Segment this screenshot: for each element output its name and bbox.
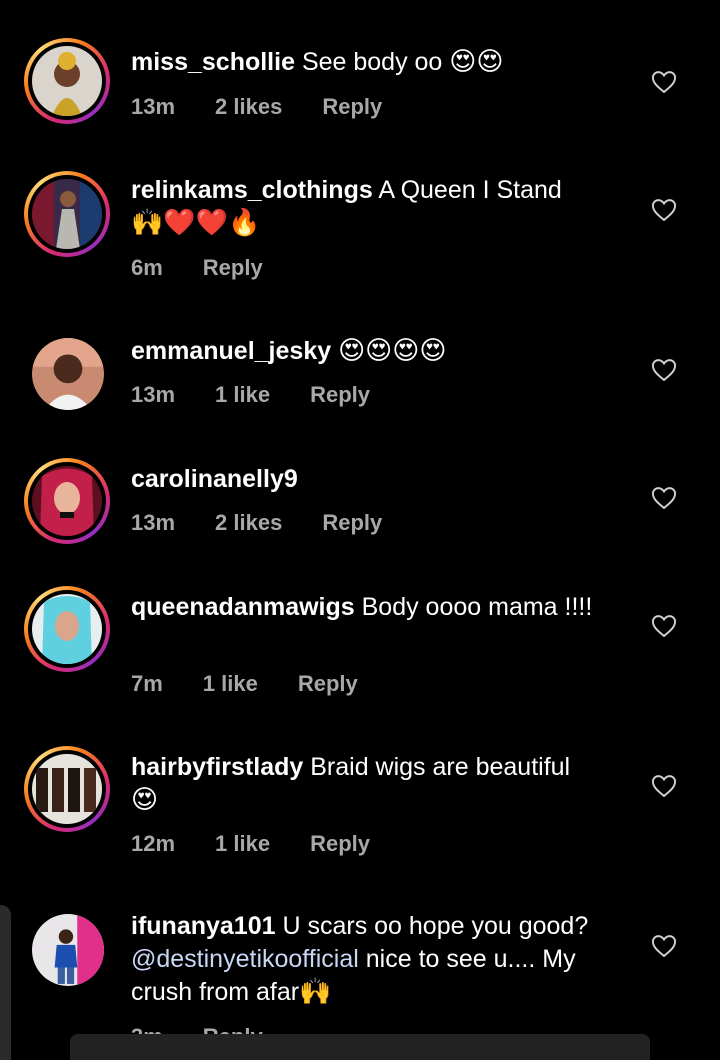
reply-button[interactable]: Reply	[322, 94, 382, 120]
reply-button[interactable]: Reply	[203, 255, 263, 281]
avatar[interactable]	[24, 38, 110, 124]
heart-outline-icon[interactable]	[650, 932, 678, 960]
comment-username[interactable]: relinkams_clothings	[131, 176, 373, 204]
comment-meta: 6m Reply	[131, 255, 303, 281]
comment-text: queenadanmawigs Body oooo mama !!!!	[131, 593, 593, 621]
avatar[interactable]	[24, 458, 110, 544]
comment-meta: 13m 1 like Reply	[131, 382, 410, 408]
comment-time: 12m	[131, 831, 176, 856]
reply-button[interactable]: Reply	[310, 831, 370, 857]
comment-text: ifunanya101 U scars oo hope you good? @d…	[131, 912, 589, 1007]
heart-outline-icon[interactable]	[650, 356, 678, 384]
likes-count[interactable]: 1 like	[215, 382, 270, 408]
comment-username[interactable]: queenadanmawigs	[131, 593, 355, 621]
avatar[interactable]	[24, 171, 110, 257]
reply-button[interactable]: Reply	[322, 510, 382, 536]
avatar[interactable]	[32, 914, 104, 986]
heart-outline-icon[interactable]	[650, 68, 678, 96]
avatar[interactable]	[32, 338, 104, 410]
heart-outline-icon[interactable]	[650, 484, 678, 512]
comment-username[interactable]: carolinanelly9	[131, 465, 298, 493]
comment-meta: 7m 1 like Reply	[131, 671, 398, 697]
reply-button[interactable]: Reply	[310, 382, 370, 408]
comment-username[interactable]: hairbyfirstlady	[131, 753, 303, 781]
comment-text: carolinanelly9	[131, 463, 631, 496]
comment-meta: 12m 1 like Reply	[131, 831, 410, 857]
comment-time: 7m	[131, 671, 163, 696]
likes-count[interactable]: 1 like	[215, 831, 270, 857]
comment-text: hairbyfirstlady Braid wigs are beautiful…	[131, 753, 571, 815]
avatar[interactable]	[24, 746, 110, 832]
scroll-edge[interactable]	[0, 905, 11, 1060]
comment-text: miss_schollie See body oo 😍😍	[131, 47, 504, 77]
comment-meta: 13m 2 likes Reply	[131, 94, 422, 120]
likes-count[interactable]: 2 likes	[215, 510, 282, 536]
comment-meta: 13m 2 likes Reply	[131, 510, 422, 536]
comment-time: 13m	[131, 510, 176, 535]
comment-input-bar[interactable]	[70, 1034, 650, 1060]
comment-time: 13m	[131, 382, 176, 407]
comment-username[interactable]: emmanuel_jesky	[131, 337, 331, 365]
heart-outline-icon[interactable]	[650, 772, 678, 800]
comment-text: relinkams_clothings A Queen I Stand 🙌❤️❤…	[131, 176, 562, 238]
comment-username[interactable]: miss_schollie	[131, 48, 295, 76]
likes-count[interactable]: 2 likes	[215, 94, 282, 120]
likes-count[interactable]: 1 like	[203, 671, 258, 697]
avatar[interactable]	[24, 586, 110, 672]
comment-username[interactable]: ifunanya101	[131, 912, 276, 940]
comment-text: emmanuel_jesky 😍😍😍😍	[131, 336, 447, 366]
reply-button[interactable]: Reply	[298, 671, 358, 697]
comment-time: 6m	[131, 255, 163, 280]
heart-outline-icon[interactable]	[650, 612, 678, 640]
mention-link[interactable]: @destinyetikoofficial	[131, 945, 359, 973]
comment-time: 13m	[131, 94, 176, 119]
heart-outline-icon[interactable]	[650, 196, 678, 224]
comments-list: miss_schollie See body oo 😍😍 13m 2 likes…	[0, 0, 720, 1060]
